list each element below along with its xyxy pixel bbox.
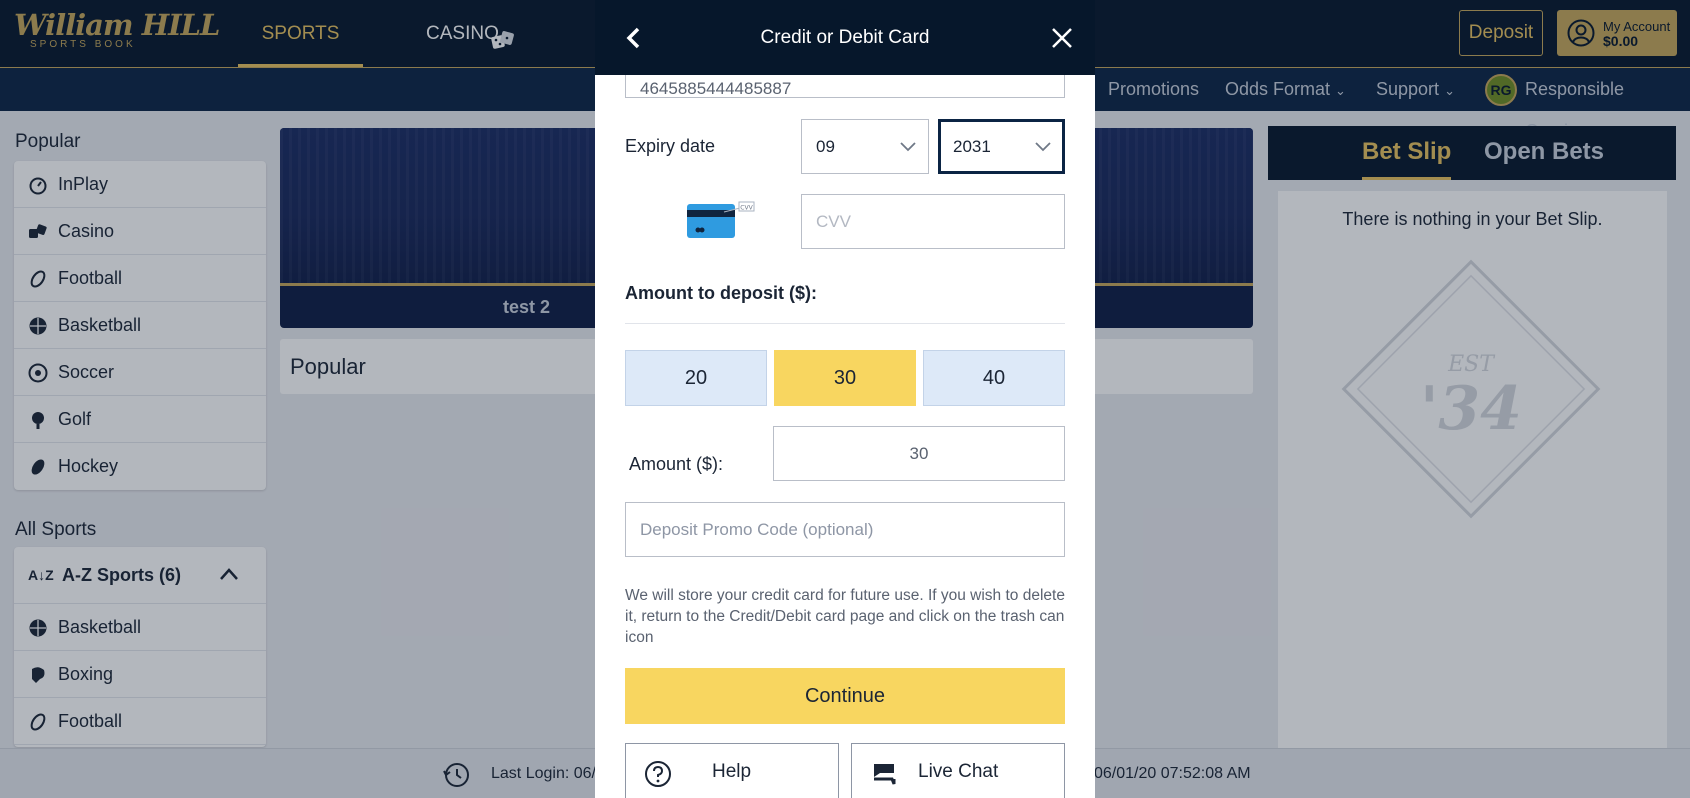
credit-card-modal: 4645885444485887 Credit or Debit Card Ex… xyxy=(595,0,1095,798)
amount-40-button[interactable]: 40 xyxy=(923,350,1065,406)
close-icon[interactable] xyxy=(1050,26,1074,50)
amount-20-button[interactable]: 20 xyxy=(625,350,767,406)
continue-button[interactable]: Continue xyxy=(625,668,1065,724)
expiry-month-value: 09 xyxy=(816,137,835,156)
amount-input[interactable]: 30 xyxy=(773,426,1065,481)
chat-bubble-icon xyxy=(874,764,896,785)
expiry-year-value: 2031 xyxy=(953,137,991,156)
chevron-down-icon xyxy=(900,142,916,152)
cvv-icon-label: CVV xyxy=(740,205,753,212)
modal-title: Credit or Debit Card xyxy=(760,27,930,48)
expiry-month-select[interactable]: 09 xyxy=(801,119,929,174)
cvv-input[interactable]: CVV xyxy=(801,194,1065,249)
live-chat-label: Live Chat xyxy=(918,761,999,782)
help-button[interactable]: Help xyxy=(625,743,839,798)
promo-code-input[interactable]: Deposit Promo Code (optional) xyxy=(625,502,1065,557)
question-circle-icon xyxy=(645,761,671,787)
amount-label: Amount ($): xyxy=(629,454,724,474)
cvv-card-icon: CVV xyxy=(687,201,755,238)
section-divider xyxy=(625,323,1065,324)
modal-header: Credit or Debit Card xyxy=(595,0,1095,75)
live-chat-button[interactable]: Live Chat xyxy=(851,743,1065,798)
amount-to-deposit-heading: Amount to deposit ($): xyxy=(625,283,817,303)
chevron-down-icon xyxy=(1035,142,1051,152)
amount-30-button[interactable]: 30 xyxy=(774,350,916,406)
card-storage-notice: We will store your credit card for futur… xyxy=(625,587,1065,646)
promo-code-placeholder: Deposit Promo Code (optional) xyxy=(640,520,874,539)
help-label: Help xyxy=(712,761,752,782)
expiry-year-select[interactable]: 2031 xyxy=(938,119,1065,174)
expiry-date-label: Expiry date xyxy=(625,136,716,156)
amount-value: 30 xyxy=(909,444,929,463)
cvv-placeholder: CVV xyxy=(816,212,851,231)
